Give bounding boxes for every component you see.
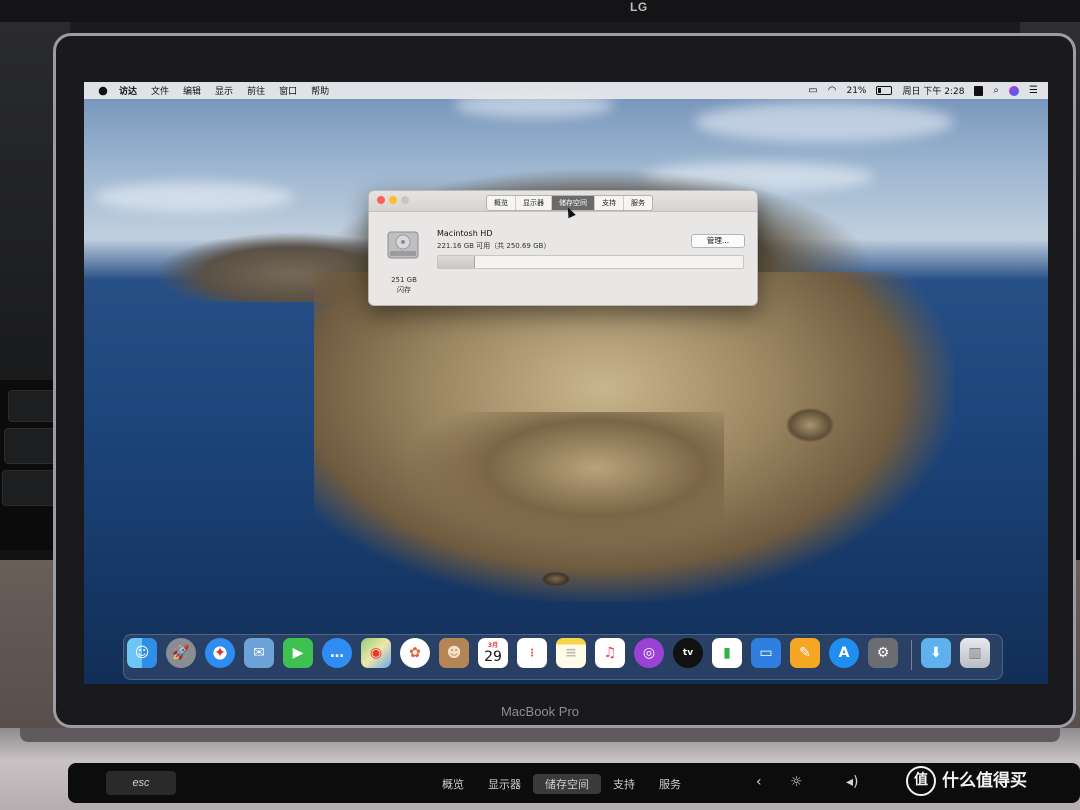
music-icon[interactable]: ♫: [595, 638, 625, 668]
menu-go[interactable]: 前往: [247, 84, 265, 97]
contacts-icon[interactable]: ☻: [439, 638, 469, 668]
disk-capacity-label: 251 GB 闪存: [382, 275, 426, 295]
spotlight-search-icon[interactable]: ⌕: [993, 82, 999, 99]
touch-bar-tab-displays[interactable]: 显示器: [476, 774, 533, 794]
messages-icon[interactable]: …: [322, 638, 352, 668]
watermark-text: 什么值得买: [942, 771, 1027, 791]
keynote-icon[interactable]: ▭: [751, 638, 781, 668]
external-monitor-bezel: [0, 0, 1080, 22]
notification-center-icon[interactable]: ☰: [1029, 82, 1038, 99]
disk-size: 251 GB: [391, 276, 417, 284]
minimize-button[interactable]: [389, 196, 397, 204]
menu-help[interactable]: 帮助: [311, 84, 329, 97]
calendar-icon[interactable]: 3月 29: [478, 638, 508, 668]
disk-type: 闪存: [397, 286, 411, 294]
watermark-badge: 值: [906, 766, 936, 796]
window-titlebar[interactable]: 概览 显示器 储存空间 支持 服务: [369, 191, 757, 219]
menu-finder[interactable]: 访达: [119, 84, 137, 97]
touch-bar-tab-support[interactable]: 支持: [601, 774, 647, 794]
sea-rock: [786, 408, 834, 442]
zoom-button[interactable]: [401, 196, 409, 204]
menu-window[interactable]: 窗口: [279, 84, 297, 97]
mail-icon[interactable]: ✉: [244, 638, 274, 668]
tab-service[interactable]: 服务: [624, 196, 652, 210]
touch-bar-tab-storage[interactable]: 储存空间: [533, 774, 601, 794]
apple-menu-icon[interactable]: [98, 86, 108, 95]
numbers-icon[interactable]: ▮: [712, 638, 742, 668]
menu-clock[interactable]: 周日 下午 2:28: [902, 84, 964, 97]
siri-icon[interactable]: [1009, 85, 1020, 96]
touch-bar-brightness-icon[interactable]: ☼: [790, 774, 803, 790]
dock-separator: [911, 640, 912, 670]
laptop-brand-label: MacBook Pro: [500, 704, 580, 719]
desktop-screen: 访达 文件 编辑 显示 前往 窗口 帮助 ▭ ◠ 21% 周日 下午 2:28 …: [84, 82, 1048, 684]
sky-cloud: [694, 102, 954, 142]
finder-icon[interactable]: ☺: [127, 638, 157, 668]
touch-bar-tab-service[interactable]: 服务: [647, 774, 693, 794]
monitor-brand-logo: LG: [630, 0, 648, 14]
wifi-icon[interactable]: ◠: [828, 82, 837, 99]
airplay-icon[interactable]: ▭: [808, 82, 817, 99]
storage-used-fill: [438, 256, 475, 268]
menu-edit[interactable]: 编辑: [183, 84, 201, 97]
laptop-hinge: [20, 728, 1060, 742]
watermark: 值什么值得买: [906, 766, 1027, 796]
island-cliffs: [404, 412, 724, 552]
touch-bar-collapse-icon[interactable]: ‹: [756, 774, 762, 790]
podcasts-icon[interactable]: ◎: [634, 638, 664, 668]
touch-bar-esc-key[interactable]: esc: [106, 771, 176, 795]
tv-icon[interactable]: tv: [673, 638, 703, 668]
app-store-icon[interactable]: A: [829, 638, 859, 668]
touch-bar-volume-icon[interactable]: ◂): [846, 774, 859, 790]
disk-name: Macintosh HD: [437, 229, 493, 238]
sky-cloud: [94, 182, 294, 212]
downloads-folder-icon[interactable]: ⬇: [921, 638, 951, 668]
facetime-icon[interactable]: ▶: [283, 638, 313, 668]
menu-bar: 访达 文件 编辑 显示 前往 窗口 帮助 ▭ ◠ 21% 周日 下午 2:28 …: [84, 82, 1048, 99]
battery-icon[interactable]: [876, 86, 893, 95]
tab-overview[interactable]: 概览: [487, 196, 516, 210]
hard-drive-icon: [387, 231, 419, 259]
touch-bar-tabs: 概览 显示器 储存空间 支持 服务: [430, 774, 693, 794]
maps-icon[interactable]: ◉: [361, 638, 391, 668]
sea-rock: [542, 572, 570, 586]
manage-button[interactable]: 管理...: [691, 234, 745, 248]
battery-percent[interactable]: 21%: [846, 86, 866, 96]
external-keyboard: [0, 380, 60, 550]
touch-bar-tab-overview[interactable]: 概览: [430, 774, 476, 794]
input-switcher-icon[interactable]: [974, 85, 984, 96]
about-this-mac-window: 概览 显示器 储存空间 支持 服务 251 GB 闪存 Macintosh HD…: [368, 190, 758, 306]
launchpad-icon[interactable]: 🚀: [166, 638, 196, 668]
menu-view[interactable]: 显示: [215, 84, 233, 97]
tab-storage[interactable]: 储存空间: [552, 196, 595, 210]
menu-file[interactable]: 文件: [151, 84, 169, 97]
close-button[interactable]: [377, 196, 385, 204]
disk-available: 221.16 GB 可用（共 250.69 GB）: [437, 242, 551, 250]
system-preferences-icon[interactable]: ⚙: [868, 638, 898, 668]
storage-usage-bar: [437, 255, 744, 269]
reminders-icon[interactable]: ⋮: [517, 638, 547, 668]
safari-icon[interactable]: ✦: [205, 638, 235, 668]
tab-displays[interactable]: 显示器: [516, 196, 552, 210]
status-menus: ▭ ◠ 21% 周日 下午 2:28 ⌕ ☰: [808, 82, 1048, 99]
calendar-day: 29: [484, 648, 502, 665]
tab-support[interactable]: 支持: [595, 196, 624, 210]
pages-icon[interactable]: ✎: [790, 638, 820, 668]
notes-icon[interactable]: ≡: [556, 638, 586, 668]
photos-icon[interactable]: ✿: [400, 638, 430, 668]
trash-icon[interactable]: ▥: [960, 638, 990, 668]
dock-apps: ☺ 🚀 ✦ ✉ ▶ … ◉ ✿ ☻ 3月 29 ⋮ ≡ ♫ ◎ tv ▮ ▭ ✎…: [127, 638, 898, 668]
